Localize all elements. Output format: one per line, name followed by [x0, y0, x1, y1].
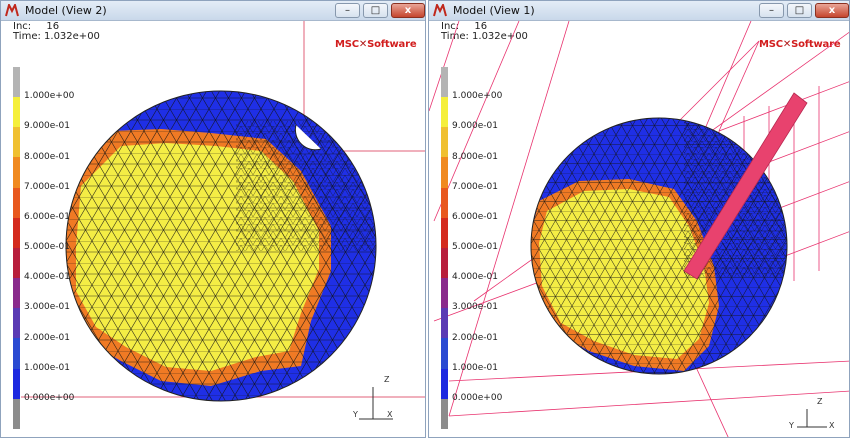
- contour-plot: [21, 21, 425, 420]
- legend-value-label: 4.000e-01: [24, 272, 71, 283]
- legend-value-label: 8.000e-01: [452, 151, 499, 162]
- legend-value-label: 2.000e-01: [452, 332, 499, 343]
- color-legend-bar: [441, 67, 448, 429]
- legend-color-swatch: [13, 338, 20, 369]
- legend-value-label: 9.000e-01: [24, 121, 71, 132]
- legend-value-label: 0.000e+00: [24, 392, 75, 403]
- model-view-1-window[interactable]: Model (View 1) – □ x Inc: 16 Time: 1.032…: [428, 0, 850, 438]
- legend-value-label: 1.000e-01: [24, 362, 71, 373]
- legend-value-label: 5.000e-01: [24, 242, 71, 252]
- legend-value-label: 3.000e-01: [24, 302, 71, 313]
- titlebar[interactable]: Model (View 2) – □ x: [1, 1, 425, 21]
- legend-value-label: 0.000e+00: [452, 392, 503, 403]
- minimize-button[interactable]: –: [759, 3, 784, 18]
- legend-color-swatch: [13, 247, 20, 279]
- legend-color-swatch: [441, 308, 448, 339]
- axis-y-label: Y: [789, 421, 794, 430]
- viewport[interactable]: Inc: 16 Time: 1.032e+00 MSC✕Software Z Y…: [429, 21, 849, 437]
- marc-app-icon: [433, 4, 447, 17]
- legend-value-label: 3.000e-01: [452, 302, 499, 313]
- legend-color-swatch: [13, 398, 20, 429]
- legend-color-swatch: [441, 398, 448, 429]
- legend-color-swatch: [13, 368, 20, 399]
- legend-color-swatch: [441, 157, 448, 188]
- contour-plot: [429, 21, 849, 437]
- legend-color-swatch: [13, 278, 20, 309]
- legend-color-swatch: [13, 97, 20, 128]
- legend-color-swatch: [441, 187, 448, 218]
- legend-color-swatch: [441, 338, 448, 369]
- maximize-button[interactable]: □: [787, 3, 812, 18]
- legend-value-label: 6.000e-01: [24, 211, 71, 222]
- legend-color-swatch: [441, 67, 448, 98]
- legend-value-label: 9.000e-01: [452, 121, 499, 132]
- legend-color-swatch: [441, 247, 448, 279]
- legend-color-swatch: [441, 278, 448, 309]
- legend-value-label: 6.000e-01: [452, 211, 499, 222]
- model-view-2-window[interactable]: Model (View 2) – □ x Inc: 16 Time: 1.032…: [0, 0, 426, 438]
- legend-color-swatch: [441, 368, 448, 399]
- window-title: Model (View 2): [25, 4, 107, 17]
- axis-triad: [797, 409, 827, 428]
- axis-z-label: Z: [817, 397, 823, 406]
- axis-x-label: X: [387, 410, 393, 419]
- legend-value-label: 1.000e-01: [452, 362, 499, 373]
- color-legend-bar: [13, 67, 20, 429]
- legend-color-swatch: [441, 97, 448, 128]
- legend-value-label: 7.000e-01: [24, 181, 71, 192]
- legend-value-label: 2.000e-01: [24, 332, 71, 343]
- legend-value-label: 8.000e-01: [24, 151, 71, 162]
- axis-x-label: X: [829, 421, 835, 430]
- close-button[interactable]: x: [391, 3, 425, 18]
- legend-color-swatch: [13, 308, 20, 339]
- axis-z-label: Z: [384, 375, 390, 384]
- legend-value-label: 1.000e+00: [24, 91, 75, 102]
- legend-value-label: 7.000e-01: [452, 181, 499, 192]
- viewport[interactable]: Inc: 16 Time: 1.032e+00 MSC✕Software Z Y…: [1, 21, 425, 437]
- legend-color-swatch: [13, 67, 20, 98]
- maximize-button[interactable]: □: [363, 3, 388, 18]
- legend-color-swatch: [13, 187, 20, 218]
- legend-color-swatch: [13, 217, 20, 248]
- legend-color-swatch: [441, 217, 448, 248]
- legend-color-swatch: [441, 127, 448, 158]
- legend-color-swatch: [13, 127, 20, 158]
- minimize-button[interactable]: –: [335, 3, 360, 18]
- marc-app-icon: [5, 4, 19, 17]
- legend-value-label: 4.000e-01: [452, 272, 499, 283]
- legend-value-label: 1.000e+00: [452, 91, 503, 102]
- legend-color-swatch: [13, 157, 20, 188]
- close-button[interactable]: x: [815, 3, 849, 18]
- legend-value-label: 5.000e-01: [452, 242, 499, 252]
- window-title: Model (View 1): [453, 4, 535, 17]
- titlebar[interactable]: Model (View 1) – □ x: [429, 1, 849, 21]
- axis-y-label: Y: [353, 410, 358, 419]
